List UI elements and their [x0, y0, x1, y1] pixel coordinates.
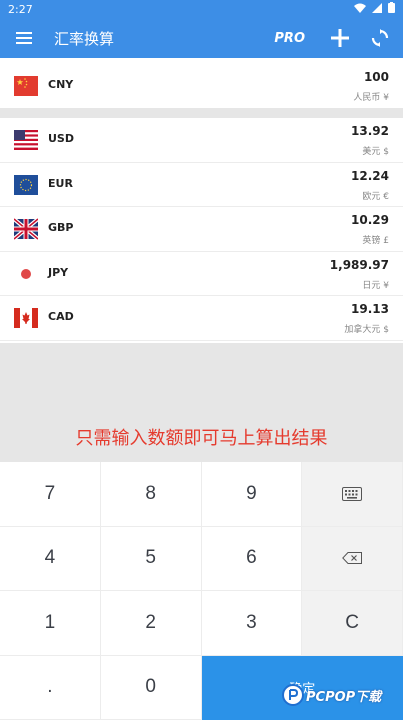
currency-name: 加拿大元 $ — [344, 325, 389, 336]
currency-code: EUR — [48, 176, 73, 190]
base-currency-name: 人民币 ¥ — [353, 93, 389, 103]
currency-amount: 1,989.97 — [329, 257, 389, 272]
currency-name: 日元 ¥ — [362, 280, 389, 291]
backspace-button[interactable] — [302, 526, 403, 591]
currency-name: 英镑 £ — [362, 236, 389, 247]
status-time: 2:27 — [8, 2, 33, 16]
canada-flag-icon — [14, 308, 38, 329]
pcpop-logo-icon — [282, 684, 304, 706]
currency-row-usd[interactable]: USD 13.92 美元 $ — [0, 118, 403, 163]
backspace-icon — [342, 552, 363, 565]
status-bar: 2:27 — [0, 0, 403, 18]
currency-amount: 10.29 — [351, 213, 389, 228]
app-title: 汇率换算 — [54, 29, 115, 48]
currency-code: USD — [48, 132, 74, 145]
signal-icon — [372, 2, 382, 16]
plus-icon — [331, 29, 349, 47]
currency-amount: 19.13 — [351, 302, 389, 317]
base-currency-row[interactable]: CNY 100 人民币 ¥ — [0, 64, 403, 109]
menu-icon — [16, 32, 32, 44]
base-currency-amount: 100 — [363, 70, 389, 84]
status-icons — [354, 2, 395, 16]
currency-name: 欧元 € — [362, 191, 389, 202]
currency-code: JPY — [48, 265, 69, 279]
currency-row-jpy[interactable]: JPY 1,989.97 日元 ¥ — [0, 251, 403, 297]
uk-flag-icon — [14, 217, 38, 241]
app-bar: 汇率换算 PRO — [0, 18, 403, 58]
currency-name: 美元 $ — [362, 147, 389, 157]
key-7[interactable]: 7 — [0, 462, 101, 527]
add-currency-button[interactable] — [323, 18, 357, 58]
key-8[interactable]: 8 — [100, 462, 202, 527]
battery-icon — [388, 2, 395, 16]
key-2[interactable]: 2 — [100, 591, 202, 656]
key-0[interactable]: 0 — [100, 655, 202, 720]
key-3[interactable]: 3 — [201, 591, 303, 656]
wifi-icon — [354, 3, 366, 16]
china-flag-icon — [14, 76, 38, 96]
section-divider — [0, 108, 403, 118]
currency-amount: 13.92 — [351, 124, 389, 138]
pro-button[interactable]: PRO — [274, 31, 305, 46]
currency-row-gbp[interactable]: GBP 10.29 英镑 £ — [0, 207, 403, 252]
currency-code: CAD — [48, 310, 74, 324]
usa-flag-icon — [14, 130, 38, 150]
currency-code: GBP — [48, 221, 74, 235]
key-5[interactable]: 5 — [100, 526, 202, 591]
promo-text: 只需输入数额即可马上算出结果 — [75, 428, 328, 449]
key-6[interactable]: 6 — [201, 526, 303, 591]
key-1[interactable]: 1 — [0, 591, 101, 656]
keypad: 7 8 9 4 5 6 1 2 3 C . 0 确定 — [0, 462, 403, 720]
refresh-button[interactable] — [363, 18, 397, 58]
refresh-icon — [371, 29, 389, 47]
currency-list: USD 13.92 美元 $ EUR 12.24 欧元 € GBP 10.29 … — [0, 118, 403, 341]
key-decimal[interactable]: . — [0, 655, 101, 720]
hide-keyboard-button[interactable] — [302, 462, 403, 527]
watermark-text: PCPOP下载 — [306, 689, 382, 705]
eu-flag-icon — [14, 174, 38, 195]
menu-button[interactable] — [0, 18, 48, 58]
currency-amount: 12.24 — [351, 168, 389, 183]
clear-button[interactable]: C — [302, 591, 403, 656]
key-4[interactable]: 4 — [0, 526, 101, 591]
key-9[interactable]: 9 — [201, 462, 303, 527]
japan-flag-icon — [14, 263, 38, 284]
base-currency-code: CNY — [48, 78, 74, 91]
currency-row-cad[interactable]: CAD 19.13 加拿大元 $ — [0, 296, 403, 341]
currency-row-eur[interactable]: EUR 12.24 欧元 € — [0, 162, 403, 208]
watermark-logo: PCPOP下载 — [282, 684, 381, 706]
keyboard-icon — [342, 486, 363, 501]
